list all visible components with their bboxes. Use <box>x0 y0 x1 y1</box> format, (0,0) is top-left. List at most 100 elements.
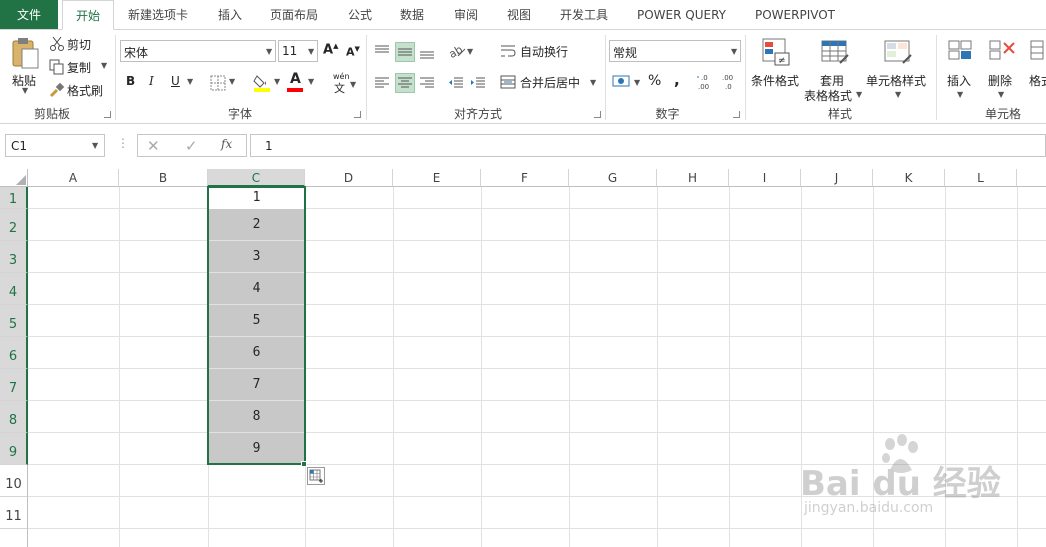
column-header-d[interactable]: D <box>305 169 393 187</box>
paste-button[interactable]: 粘贴 ▼ <box>5 34 45 98</box>
row-header-4[interactable]: 4 <box>0 273 28 305</box>
chevron-down-icon[interactable]: ▼ <box>634 78 640 87</box>
cell-c7[interactable]: 7 <box>208 369 305 400</box>
font-size-select[interactable]: 11 ▼ <box>278 40 318 62</box>
fill-color-icon[interactable] <box>253 72 271 92</box>
name-box[interactable]: C1 ▼ <box>5 134 105 157</box>
cell-c3[interactable]: 3 <box>208 241 305 272</box>
chevron-down-icon[interactable]: ▼ <box>274 77 280 86</box>
cell-c5[interactable]: 5 <box>208 305 305 336</box>
formula-input[interactable]: 1 <box>250 134 1046 157</box>
row-header-6[interactable]: 6 <box>0 337 28 369</box>
chevron-down-icon[interactable]: ▼ <box>350 80 356 89</box>
column-header-j[interactable]: J <box>801 169 873 187</box>
column-header-h[interactable]: H <box>657 169 729 187</box>
chevron-down-icon[interactable]: ▼ <box>308 77 314 86</box>
chevron-down-icon[interactable]: ▼ <box>229 77 235 86</box>
column-header-b[interactable]: B <box>119 169 208 187</box>
worksheet-grid[interactable]: A B C D E F G H I J K L 1 2 3 4 5 6 7 8 … <box>0 169 1046 547</box>
wrap-text-button[interactable]: 自动换行 <box>500 41 600 61</box>
decrease-decimal-icon[interactable]: .00.0 <box>721 73 741 91</box>
tab-file[interactable]: 文件 <box>0 0 58 30</box>
column-header-i[interactable]: I <box>729 169 801 187</box>
italic-button[interactable]: I <box>149 74 154 88</box>
underline-button[interactable]: U <box>171 74 180 88</box>
cell-c4[interactable]: 4 <box>208 273 305 304</box>
select-all-corner[interactable] <box>0 169 28 187</box>
percent-button[interactable]: % <box>648 73 661 89</box>
column-header-a[interactable]: A <box>28 169 119 187</box>
row-header-7[interactable]: 7 <box>0 369 28 401</box>
tab-review[interactable]: 审阅 <box>454 0 478 30</box>
increase-indent-icon[interactable] <box>470 75 486 91</box>
row-header-9[interactable]: 9 <box>0 433 28 465</box>
cell-c9[interactable]: 9 <box>208 433 305 464</box>
number-launcher-icon[interactable] <box>733 111 740 118</box>
format-as-table-button[interactable]: 套用 表格格式 ▼ <box>804 35 864 103</box>
number-format-select[interactable]: 常规 ▼ <box>609 40 741 62</box>
tab-developer[interactable]: 开发工具 <box>560 0 608 30</box>
cell-c6[interactable]: 6 <box>208 337 305 368</box>
column-header-f[interactable]: F <box>481 169 569 187</box>
tab-insert[interactable]: 插入 <box>218 0 242 30</box>
bold-button[interactable]: B <box>126 74 135 88</box>
row-header-8[interactable]: 8 <box>0 401 28 433</box>
decrease-indent-icon[interactable] <box>448 75 464 91</box>
row-header-3[interactable]: 3 <box>0 241 28 273</box>
clipboard-launcher-icon[interactable] <box>104 111 111 118</box>
tab-new-tab[interactable]: 新建选项卡 <box>128 0 188 30</box>
row-header-11[interactable]: 11 <box>0 497 28 529</box>
tab-data[interactable]: 数据 <box>400 0 424 30</box>
delete-cells-button[interactable]: 删除 ▼ <box>985 35 1019 101</box>
cell-styles-button[interactable]: 单元格样式 ▼ <box>866 35 930 101</box>
copy-button[interactable]: 复制 ▼ <box>49 58 119 76</box>
chevron-down-icon[interactable]: ▼ <box>22 86 28 95</box>
orientation-icon[interactable]: ab <box>448 42 466 58</box>
column-header-g[interactable]: G <box>569 169 657 187</box>
right-align-icon[interactable] <box>419 75 435 91</box>
cancel-icon[interactable]: ✕ <box>147 137 160 155</box>
top-align-icon[interactable] <box>374 44 390 60</box>
phonetic-button[interactable]: 文 <box>334 80 345 96</box>
cut-button[interactable]: 剪切 <box>49 35 119 53</box>
format-cells-button[interactable]: 格式 <box>1027 35 1046 101</box>
chevron-down-icon[interactable]: ▼ <box>187 77 193 86</box>
border-icon[interactable] <box>210 75 226 91</box>
row-header-10[interactable]: 10 <box>0 465 28 497</box>
tab-power-query[interactable]: POWER QUERY <box>637 0 726 30</box>
row-header-1[interactable]: 1 <box>0 187 28 209</box>
tab-home[interactable]: 开始 <box>62 0 114 30</box>
insert-cells-button[interactable]: 插入 ▼ <box>944 35 978 101</box>
tab-page-layout[interactable]: 页面布局 <box>270 0 318 30</box>
accounting-format-icon[interactable] <box>612 73 632 91</box>
chevron-down-icon[interactable]: ▼ <box>467 47 473 56</box>
font-color-icon[interactable]: A <box>290 71 301 87</box>
cell-c8[interactable]: 8 <box>208 401 305 432</box>
column-header-k[interactable]: K <box>873 169 945 187</box>
comma-button[interactable]: , <box>674 71 680 89</box>
cell-c2[interactable]: 2 <box>208 209 305 240</box>
row-header-2[interactable]: 2 <box>0 209 28 241</box>
tab-formulas[interactable]: 公式 <box>348 0 372 30</box>
conditional-formatting-button[interactable]: ≠ 条件格式 <box>750 35 802 101</box>
enter-icon[interactable]: ✓ <box>185 137 198 155</box>
tab-view[interactable]: 视图 <box>507 0 531 30</box>
insert-function-button[interactable]: fx <box>221 137 232 151</box>
column-header-c[interactable]: C <box>208 169 305 187</box>
font-launcher-icon[interactable] <box>354 111 361 118</box>
column-header-l[interactable]: L <box>945 169 1017 187</box>
quick-analysis-button[interactable] <box>307 467 325 485</box>
cell-c1[interactable]: 1 <box>208 187 305 209</box>
column-header-e[interactable]: E <box>393 169 481 187</box>
row-header-5[interactable]: 5 <box>0 305 28 337</box>
alignment-launcher-icon[interactable] <box>594 111 601 118</box>
increase-font-icon[interactable]: A▲ <box>323 42 338 57</box>
tab-powerpivot[interactable]: POWERPIVOT <box>755 0 835 30</box>
left-align-icon[interactable] <box>374 75 390 91</box>
row-header-12[interactable] <box>0 529 28 547</box>
decrease-font-icon[interactable]: A▼ <box>346 45 360 59</box>
font-name-select[interactable]: 宋体 ▼ <box>120 40 276 62</box>
merge-center-button[interactable]: 合并后居中 ▼ <box>500 72 600 92</box>
increase-decimal-icon[interactable]: .0.00 <box>697 73 717 91</box>
column-header-m[interactable] <box>1017 169 1046 187</box>
